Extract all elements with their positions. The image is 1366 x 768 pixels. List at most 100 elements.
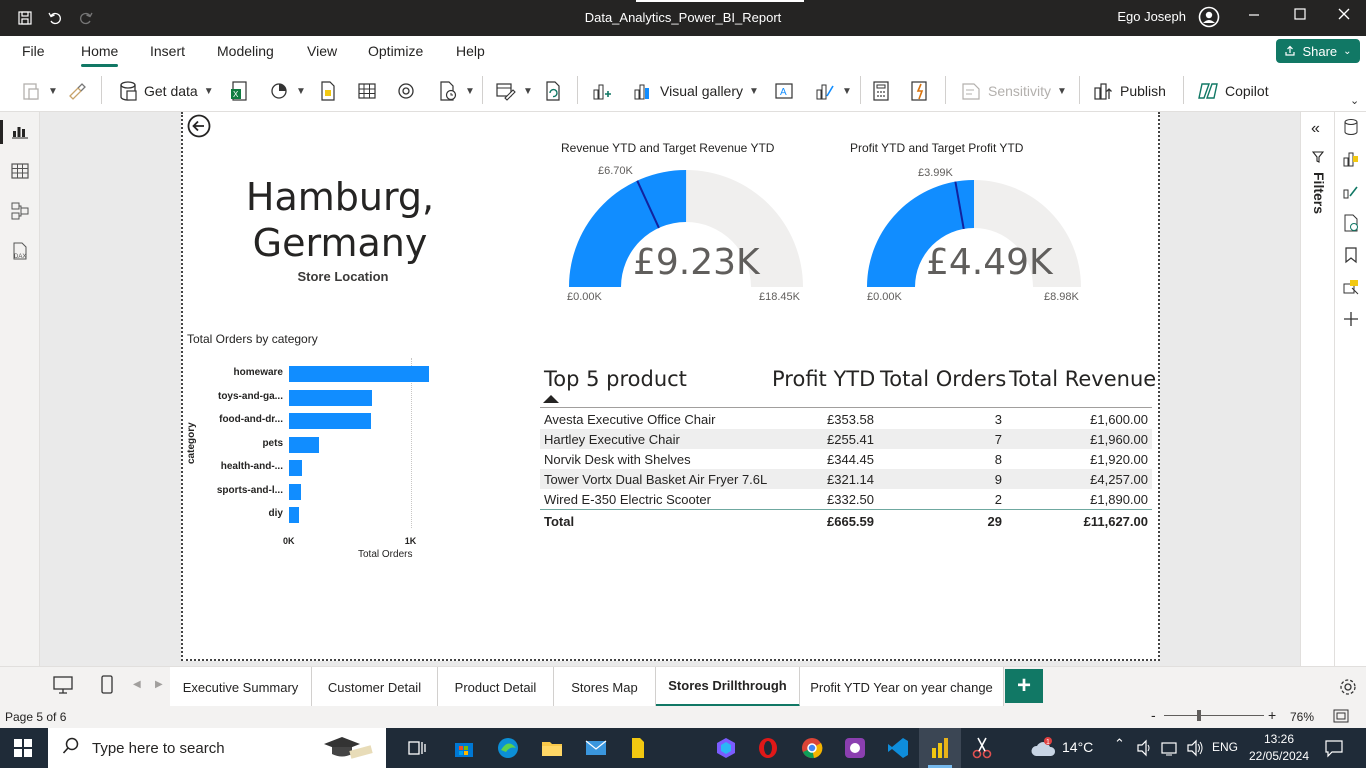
table-row[interactable]: Tower Vortx Dual Basket Air Fryer 7.6L £3… [540,469,1152,489]
table-row[interactable]: Hartley Executive Chair £255.41 7 £1,960.00 [540,429,1152,449]
filters-pane[interactable]: « Filters [1300,112,1334,666]
scroll-right-icon[interactable]: ▶ [155,679,163,690]
edge-browser-icon[interactable] [496,736,520,760]
sensitivity-button[interactable]: Sensitivity ▼ [960,78,1067,104]
refresh-button[interactable] [542,78,564,104]
menu-insert[interactable]: Insert [150,43,185,59]
new-measure-button[interactable] [870,78,892,104]
paste-button[interactable]: ▼ [20,78,58,104]
menu-file[interactable]: File [22,43,45,59]
text-box-button[interactable]: A [773,78,795,104]
power-bi-icon[interactable] [928,736,952,760]
clock-date[interactable]: 22/05/2024 [1248,749,1310,763]
add-pane-icon[interactable] [1342,310,1360,333]
menu-home[interactable]: Home [81,43,119,67]
copilot-app-icon[interactable] [714,736,738,760]
report-view-icon[interactable] [10,121,30,141]
network-icon[interactable] [1160,739,1178,762]
file-explorer-icon[interactable] [540,736,564,760]
query-pane-icon[interactable] [1342,214,1360,237]
mobile-layout-icon[interactable] [100,675,114,700]
show-hidden-icons-icon[interactable]: ⌃ [1114,736,1125,752]
format-pane-icon[interactable] [1342,182,1360,205]
add-page-button[interactable]: + [1005,669,1043,703]
selection-pane-icon[interactable] [1342,278,1360,301]
tab-stores-drillthrough[interactable]: Stores Drillthrough [656,667,800,707]
bar[interactable] [289,436,320,453]
table-row[interactable]: Norvik Desk with Shelves £344.45 8 £1,920.0… [540,449,1152,469]
bar-chart[interactable]: homeware toys-and-ga... food-and-dr... pets… [183,352,483,562]
bar[interactable] [289,389,372,406]
sort-ascending-icon[interactable] [543,395,559,403]
visualizations-pane-icon[interactable] [1342,150,1360,173]
expand-pane-icon[interactable]: « [1311,120,1320,138]
publish-button[interactable]: Publish [1092,78,1166,104]
volume-icon[interactable] [1186,739,1204,762]
tab-product-detail[interactable]: Product Detail [438,667,554,707]
mail-icon[interactable] [584,736,608,760]
task-view-icon[interactable] [405,736,429,760]
format-painter-button[interactable] [66,78,88,104]
bar[interactable] [289,483,302,500]
weather-cloud-icon[interactable]: 1 [1030,736,1058,765]
close-icon[interactable] [1332,7,1356,26]
fit-to-page-icon[interactable] [1333,709,1349,726]
table-row[interactable]: Wired E-350 Electric Scooter £332.50 2 £1,8… [540,489,1152,509]
new-visual-button[interactable] [591,78,613,104]
menu-optimize[interactable]: Optimize [368,43,423,59]
zoom-slider[interactable] [1164,715,1264,716]
dataverse-button[interactable] [318,78,338,104]
data-pane-icon[interactable] [1342,118,1360,141]
zoom-out-button[interactable]: - [1151,707,1156,723]
menu-modeling[interactable]: Modeling [217,43,274,59]
table-header-product[interactable]: Top 5 product [544,367,687,391]
bar[interactable] [289,507,300,523]
temperature[interactable]: 14°C [1062,739,1093,755]
user-name[interactable]: Ego Joseph [1117,9,1186,24]
tab-profit-ytd-yoy[interactable]: Profit YTD Year on year change [800,667,1004,707]
dax-query-view-icon[interactable]: DAX [10,241,30,261]
table-view-icon[interactable] [10,161,30,181]
avatar-icon[interactable] [1198,6,1220,28]
opera-icon[interactable] [756,736,780,760]
table-header-orders[interactable]: Total Orders [880,367,1006,391]
data-hub-button[interactable]: ▼ [270,78,306,104]
folder-icon[interactable] [626,736,650,760]
zoom-in-button[interactable]: + [1268,707,1276,723]
bookmark-icon[interactable] [1342,246,1360,269]
recent-sources-button[interactable]: ▼ [437,78,475,104]
windows-start-icon[interactable] [14,739,32,762]
menu-help[interactable]: Help [456,43,485,59]
scroll-left-icon[interactable]: ◀ [133,679,141,690]
collapse-ribbon-icon[interactable]: ⌄ [1350,94,1359,107]
speaker-icon[interactable] [1136,739,1154,762]
dataverse-source-button[interactable] [396,78,416,104]
tab-stores-map[interactable]: Stores Map [554,667,656,707]
get-data-button[interactable]: Get data ▼ [118,78,214,104]
taskbar-search[interactable]: Type here to search [48,728,386,768]
transform-data-button[interactable]: ▼ [495,78,533,104]
menu-view[interactable]: View [307,43,337,59]
copilot-button[interactable]: Copilot [1197,78,1269,104]
microsoft-store-icon[interactable] [452,736,476,760]
input-language[interactable]: ENG [1212,740,1238,754]
bar[interactable] [289,366,429,382]
desktop-layout-icon[interactable] [52,675,74,700]
vscode-icon[interactable] [886,736,910,760]
table-header-profit[interactable]: Profit YTD [772,367,875,391]
tab-executive-summary[interactable]: Executive Summary [170,667,312,707]
share-button[interactable]: Share ⌄ [1276,39,1360,63]
snipping-tool-icon[interactable] [970,736,994,760]
maximize-icon[interactable] [1288,7,1312,26]
more-visuals-button[interactable]: ▼ [814,78,852,104]
tab-customer-detail[interactable]: Customer Detail [312,667,438,707]
notifications-icon[interactable] [1324,738,1344,763]
clock-time[interactable]: 13:26 [1250,732,1308,746]
table-header-revenue[interactable]: Total Revenue [1009,367,1156,391]
bar[interactable] [289,460,303,476]
model-view-icon[interactable] [10,201,30,221]
settings-gear-icon[interactable] [1338,677,1358,702]
visual-gallery-button[interactable]: Visual gallery ▼ [632,78,759,104]
excel-button[interactable]: X [230,78,250,104]
minimize-icon[interactable] [1242,7,1266,26]
